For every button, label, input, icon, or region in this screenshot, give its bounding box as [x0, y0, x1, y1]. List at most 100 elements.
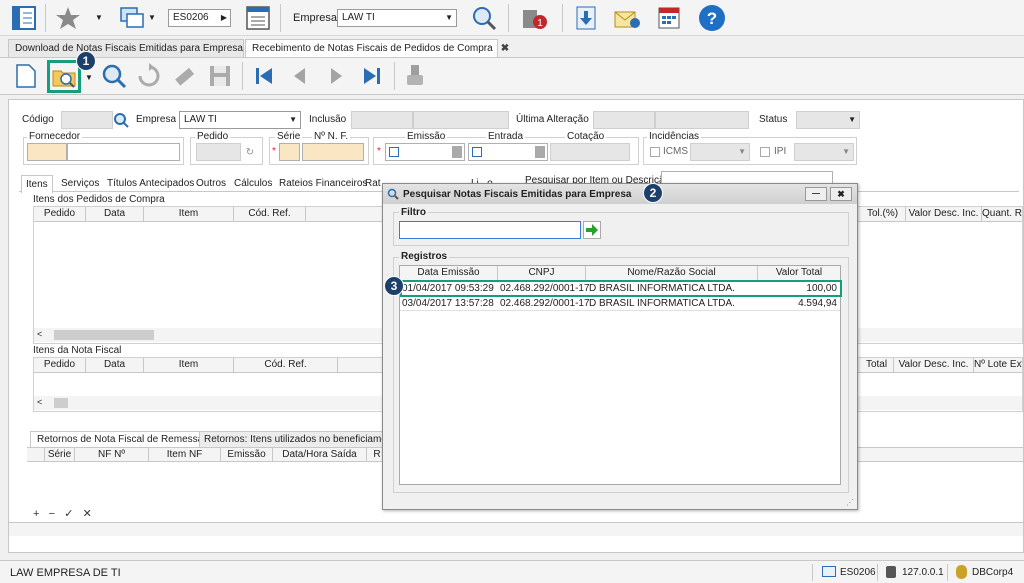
confirm-button[interactable]: ✓ [64, 508, 73, 520]
search-icon[interactable] [112, 111, 130, 129]
minimize-button[interactable]: — [805, 187, 827, 201]
col-valor-desc[interactable]: Valor Desc. Inc. [894, 358, 974, 372]
tab-recebimento-notas[interactable]: Recebimento de Notas Fiscais de Pedidos … [245, 39, 509, 57]
icms-select[interactable]: ▼ [690, 143, 750, 161]
panel-icon[interactable] [10, 4, 38, 32]
tab-retornos-itens[interactable]: Retornos: Itens utilizados no beneficiam… [199, 431, 401, 447]
status-select[interactable]: ▼ [796, 111, 860, 129]
serie-field[interactable] [279, 143, 300, 161]
col-data-hora-saida[interactable]: Data/Hora Saída [273, 448, 367, 462]
codigo-field[interactable] [61, 111, 113, 129]
tab-servicos[interactable]: Serviços [57, 175, 103, 192]
col-item[interactable]: Item [144, 358, 234, 372]
col-lote[interactable]: Nº Lote Ext [974, 358, 1022, 372]
chevron-down-icon[interactable]: ▼ [84, 70, 94, 84]
col-quant[interactable]: Quant. R [982, 207, 1022, 221]
nnf-field[interactable] [302, 143, 364, 161]
play-icon[interactable]: ▶ [221, 13, 227, 22]
new-document-icon[interactable] [12, 62, 40, 90]
next-record-icon[interactable] [324, 64, 348, 88]
tab-titulos-antecipados[interactable]: Títulos Antecipados [103, 175, 198, 192]
cancel-button[interactable]: ✕ [83, 508, 92, 520]
help-icon[interactable]: ? [698, 4, 726, 32]
col-valor-desc[interactable]: Valor Desc. Inc. [906, 207, 982, 221]
chevron-down-icon[interactable]: ▼ [94, 10, 104, 24]
remove-button[interactable]: − [49, 508, 55, 520]
tab-itens[interactable]: Itens [21, 175, 53, 193]
search-icon[interactable] [100, 62, 128, 90]
tab-rateios-financeiros[interactable]: Rateios Financeiros [275, 175, 371, 192]
table-row[interactable]: 03/04/2017 13:57:28 02.468.292/0001-17 D… [400, 297, 840, 311]
col-item[interactable]: Item [144, 207, 234, 221]
col-cod-ref[interactable]: Cód. Ref. [234, 207, 306, 221]
chevron-down-icon[interactable]: ▼ [147, 10, 157, 24]
col-item-nf[interactable]: Item NF [149, 448, 221, 462]
refresh-icon[interactable] [135, 62, 163, 90]
ipi-select[interactable]: ▼ [794, 143, 854, 161]
add-button[interactable]: + [33, 508, 39, 520]
previous-record-icon[interactable] [288, 64, 312, 88]
col-data[interactable]: Data [86, 207, 144, 221]
col-nome[interactable]: Nome/Razão Social [586, 266, 758, 280]
scroll-thumb[interactable] [54, 398, 68, 408]
col-pedido[interactable]: Pedido [34, 207, 86, 221]
col-data[interactable]: Data [86, 358, 144, 372]
close-button[interactable]: ✖ [830, 187, 852, 201]
tools-icon[interactable] [170, 62, 198, 90]
notification-icon[interactable]: 1 [520, 4, 550, 32]
col-nf-no[interactable]: NF Nº [75, 448, 149, 462]
filtro-input[interactable] [399, 221, 581, 239]
windows-icon[interactable] [118, 4, 148, 32]
resize-grip-icon[interactable]: ⋰ [846, 498, 854, 507]
calendar-icon[interactable] [535, 146, 545, 158]
search-config-icon[interactable] [470, 4, 498, 32]
scroll-left-icon[interactable]: < [37, 397, 42, 407]
ipi-checkbox[interactable] [760, 147, 770, 157]
tab-retornos-nf[interactable]: Retornos de Nota Fiscal de Remessa [30, 431, 211, 447]
checkbox-icon[interactable] [472, 147, 482, 157]
pedido-field [196, 143, 241, 161]
entrada-date-field[interactable] [468, 143, 548, 161]
entrada-label: Entrada [486, 131, 526, 142]
main-toolbar: ▼ ▼ ES0206 ▶ Empresa LAW TI ▼ 1 ? [0, 0, 1024, 36]
close-icon[interactable]: ✖ [501, 43, 509, 54]
col-emissao[interactable]: Emissão [221, 448, 273, 462]
form-icon[interactable] [244, 4, 272, 32]
fornecedor-code-field[interactable] [27, 143, 67, 161]
col-tol[interactable]: Tol.(%) [860, 207, 906, 221]
col-pedido[interactable]: Pedido [34, 358, 86, 372]
tab-outros[interactable]: Outros [192, 175, 230, 192]
refresh-icon[interactable]: ↻ [242, 143, 258, 161]
go-arrow-button[interactable] [583, 221, 601, 239]
screen-code-field[interactable]: ES0206 ▶ [168, 9, 231, 27]
last-record-icon[interactable] [360, 64, 384, 88]
tab-calculos[interactable]: Cálculos [230, 175, 276, 192]
calendar-icon[interactable] [452, 146, 462, 158]
scroll-thumb[interactable] [54, 330, 154, 340]
col-data-emissao[interactable]: Data Emissão [400, 266, 498, 280]
star-icon[interactable] [54, 4, 82, 32]
emissao-date-field[interactable] [385, 143, 465, 161]
dialog-title-bar[interactable]: Pesquisar Notas Fiscais Emitidas para Em… [383, 184, 857, 204]
mail-icon[interactable] [612, 4, 642, 32]
icms-checkbox[interactable] [650, 147, 660, 157]
empresa-select[interactable]: LAW TI ▼ [337, 9, 457, 27]
horizontal-scrollbar[interactable] [9, 522, 1023, 536]
tab-download-notas[interactable]: Download de Notas Fiscais Emitidas para … [8, 39, 259, 57]
stamp-icon[interactable] [402, 62, 428, 90]
scroll-left-icon[interactable]: < [37, 329, 42, 339]
fornecedor-name-field[interactable] [67, 143, 180, 161]
first-record-icon[interactable] [252, 64, 276, 88]
col-valor-total[interactable]: Valor Total [758, 266, 840, 280]
registros-grid: Data Emissão CNPJ Nome/Razão Social Valo… [399, 265, 842, 485]
calendar-icon[interactable] [655, 4, 683, 32]
col-total[interactable]: Total [860, 358, 894, 372]
company-name: LAW EMPRESA DE TI [10, 567, 121, 579]
col-serie[interactable]: Série [45, 448, 75, 462]
col-cnpj[interactable]: CNPJ [498, 266, 586, 280]
save-icon[interactable] [206, 62, 234, 90]
checkbox-icon[interactable] [389, 147, 399, 157]
download-icon[interactable] [572, 4, 600, 32]
empresa-select[interactable]: LAW TI ▼ [179, 111, 301, 129]
col-cod-ref[interactable]: Cód. Ref. [234, 358, 338, 372]
